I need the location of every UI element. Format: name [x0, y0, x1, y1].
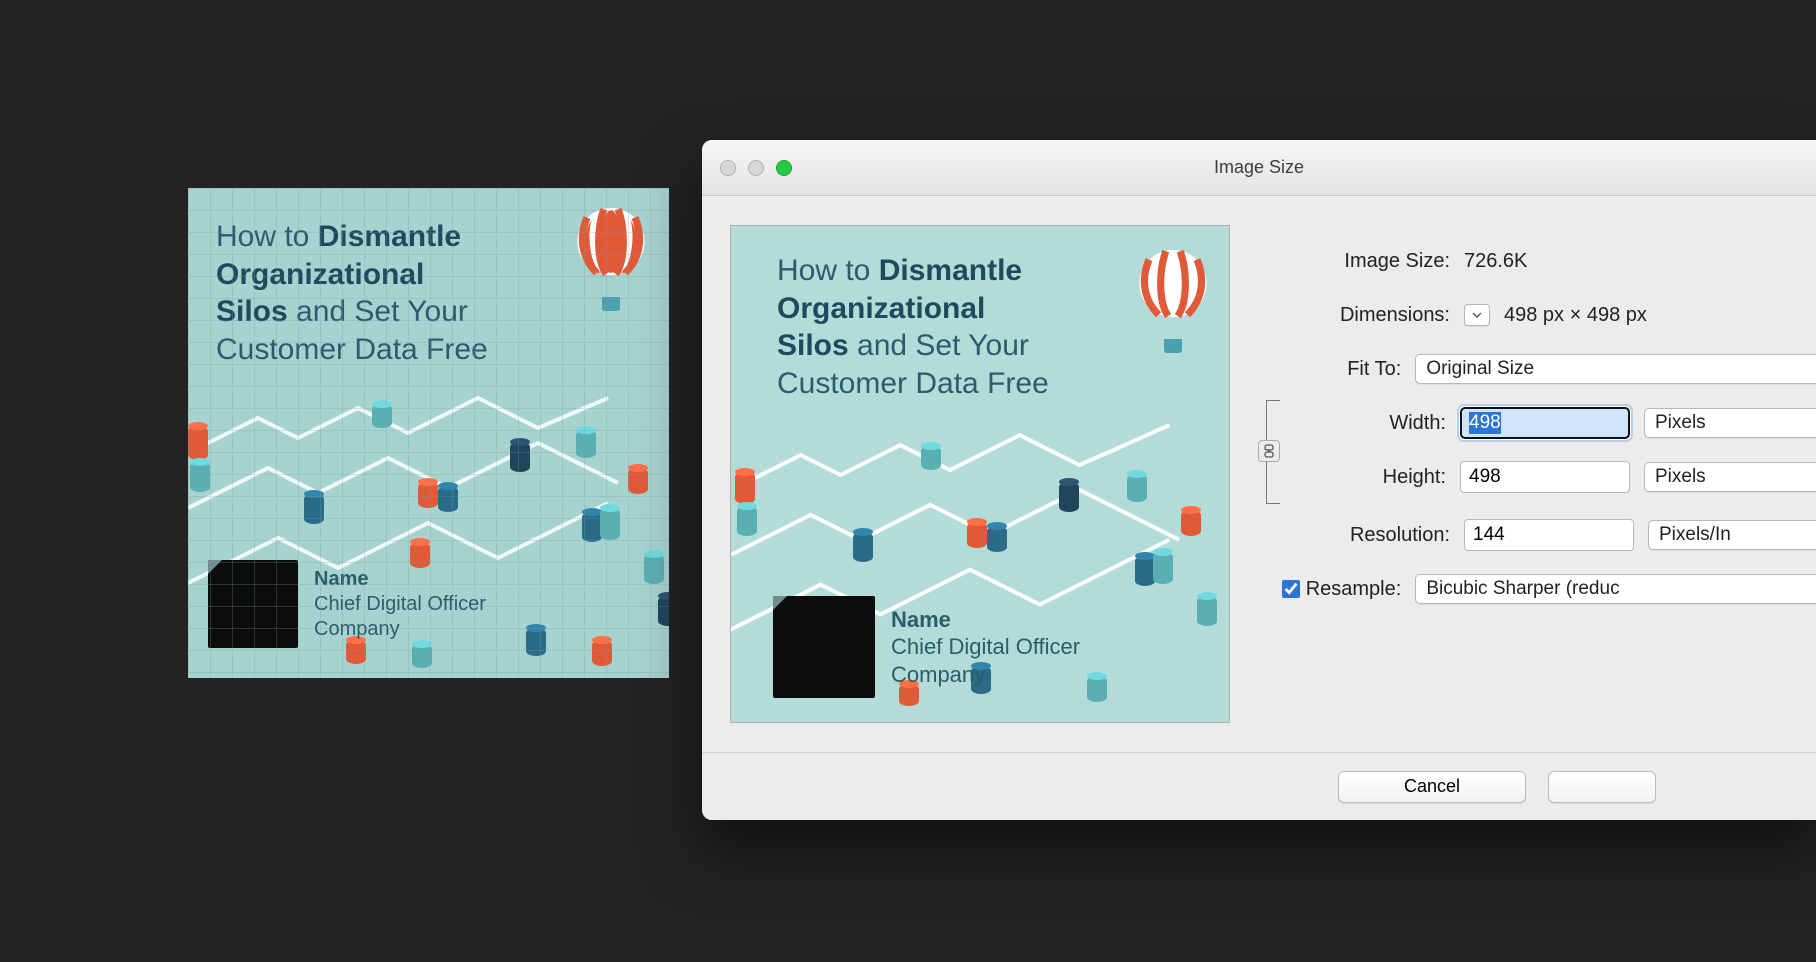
cylinder-icon [190, 462, 210, 492]
cylinder-icon [304, 494, 324, 524]
cylinder-icon [600, 508, 620, 540]
cylinder-icon [576, 430, 596, 458]
hot-air-balloon [1137, 250, 1209, 353]
resample-checkbox[interactable] [1282, 580, 1300, 598]
dialog-title: Image Size [702, 157, 1816, 178]
image-size-value: 726.6K [1464, 250, 1527, 273]
height-unit-select[interactable]: Pixels [1644, 462, 1816, 492]
cylinder-icon [658, 596, 669, 626]
width-unit-select[interactable]: Pixels [1644, 408, 1816, 438]
height-label: Height: [1296, 466, 1446, 489]
image-size-dialog: Image Size How to Dismantle Organization… [702, 140, 1816, 820]
author-block: Name Chief Digital Officer Company [208, 560, 486, 648]
cylinder-icon [188, 426, 208, 460]
resolution-input[interactable] [1464, 519, 1634, 551]
image-size-form: Image Size: 726.6K Dimensions: 498 px × … [1260, 224, 1816, 724]
hot-air-balloon [575, 208, 647, 311]
resample-method-select[interactable]: Bicubic Sharper (reduc [1415, 574, 1816, 604]
dimensions-label: Dimensions: [1260, 304, 1450, 327]
dimensions-value: 498 px × 498 px [1504, 304, 1647, 327]
height-input[interactable] [1460, 461, 1630, 493]
cylinder-icon [526, 628, 546, 656]
dialog-button-bar: Cancel [702, 752, 1816, 820]
document-canvas: How to Dismantle Organizational Silos an… [188, 188, 669, 678]
cylinder-icon [510, 442, 530, 472]
resample-label: Resample: [1306, 578, 1402, 601]
fit-to-label: Fit To: [1260, 358, 1401, 381]
cylinder-icon [372, 404, 392, 428]
cancel-button[interactable]: Cancel [1338, 771, 1526, 803]
author-role: Chief Digital Officer [314, 592, 486, 617]
resolution-unit-select[interactable]: Pixels/In [1648, 520, 1816, 550]
cylinder-icon [592, 640, 612, 666]
dimensions-unit-dropdown[interactable] [1464, 304, 1490, 326]
image-preview: How to Dismantle Organizational Silos an… [730, 225, 1230, 723]
cylinder-icon [628, 468, 648, 494]
width-label: Width: [1296, 412, 1446, 435]
preview-author-block: Name Chief Digital Officer Company [773, 596, 1080, 698]
avatar-placeholder [208, 560, 298, 648]
image-size-label: Image Size: [1260, 250, 1450, 273]
ok-button[interactable] [1548, 771, 1656, 803]
resolution-label: Resolution: [1260, 524, 1450, 547]
avatar-placeholder [773, 596, 875, 698]
cylinder-icon [438, 486, 458, 512]
cylinder-icon [644, 554, 664, 584]
cylinder-icon [418, 482, 438, 508]
author-name: Name [314, 567, 486, 592]
constrain-proportions-toggle[interactable] [1258, 440, 1280, 462]
width-input[interactable] [1460, 407, 1630, 439]
cylinder-icon [582, 512, 602, 542]
author-company: Company [314, 617, 486, 642]
dialog-titlebar[interactable]: Image Size [702, 140, 1816, 196]
fit-to-select[interactable]: Original Size [1415, 354, 1816, 384]
